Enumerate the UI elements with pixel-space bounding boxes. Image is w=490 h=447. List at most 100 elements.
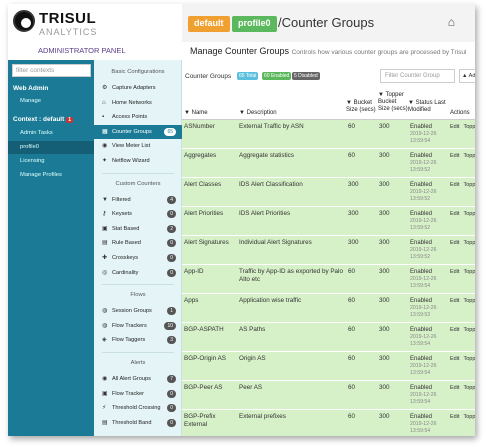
- menu-item-label: Rule Based: [112, 240, 141, 247]
- menu-item-flow-tracker[interactable]: ▣ Flow Tracker 0: [94, 387, 182, 401]
- menu-item-keysets[interactable]: ⚷ Keysets 0: [94, 207, 182, 221]
- section-heading: Manage Counter Groups Controls how vario…: [190, 46, 475, 58]
- status-text: Enabled: [410, 356, 433, 362]
- menu-item-flow-taggers[interactable]: ◈ Flow Taggers 3: [94, 333, 182, 347]
- home-icon: ⌂: [102, 99, 106, 106]
- toppers-link[interactable]: Toppers: [463, 298, 475, 304]
- menu-item-home-networks[interactable]: ⌂ Home Networks: [94, 96, 182, 110]
- table-row[interactable]: App-ID Traffic by App-ID as exported by P…: [182, 265, 475, 294]
- table-row[interactable]: Alert Signatures Individual Alert Signatu…: [182, 236, 475, 265]
- menu-item-all-alert-groups[interactable]: ◉ All Alert Groups 7: [94, 372, 182, 386]
- col-description[interactable]: ▼ Description: [239, 110, 277, 117]
- edit-link[interactable]: Edit: [450, 327, 459, 333]
- edit-link[interactable]: Edit: [450, 269, 459, 275]
- home-icon[interactable]: ⌂: [448, 15, 455, 29]
- edit-link[interactable]: Edit: [450, 182, 459, 188]
- toppers-link[interactable]: Toppers: [463, 269, 475, 275]
- edit-link[interactable]: Edit: [450, 298, 459, 304]
- col-bucket[interactable]: ▼ Bucket Size (secs): [346, 100, 378, 114]
- edit-link[interactable]: Edit: [450, 124, 459, 130]
- col-status[interactable]: ▼ Status Last Modified: [408, 100, 448, 114]
- last-modified-time: 13:59:54: [410, 398, 431, 405]
- toppers-link[interactable]: Toppers: [463, 240, 475, 246]
- last-modified-time: 13:59:52: [410, 195, 431, 202]
- col-name[interactable]: ▼ Name: [184, 110, 208, 117]
- last-modified-time: 13:59:52: [410, 253, 431, 260]
- menu-item-session-groups[interactable]: ◍ Session Groups 1: [94, 304, 182, 318]
- context-tag[interactable]: default: [188, 16, 230, 32]
- toppers-link[interactable]: Toppers: [463, 356, 475, 362]
- table-row[interactable]: BGP-Origin AS Origin AS 60 300 Enabled 2019-1…: [182, 352, 475, 381]
- cell-actions: Edit Toppers: [450, 355, 475, 363]
- enabled-badge: 60 Enabled: [262, 72, 292, 80]
- profile-tag[interactable]: profile0: [232, 16, 277, 32]
- cell-status: Enabled 2019-12-26 13:59:54: [410, 123, 448, 144]
- basic-config-heading: Basic Configurations: [111, 69, 165, 75]
- table-row[interactable]: Aggregates Aggregate statistics 60 300 Enabl…: [182, 149, 475, 178]
- menu-item-label: Flow Trackers: [112, 322, 147, 329]
- menu-item-netflow-wizard[interactable]: ✦ Netflow Wizard: [94, 154, 182, 168]
- table-row[interactable]: BGP-Prefix External External prefixes 60 30…: [182, 410, 475, 436]
- table-row[interactable]: Apps Application wise traffic 60 300 Enabled…: [182, 294, 475, 323]
- menu-item-stat-based[interactable]: ▣ Stat Based 2: [94, 222, 182, 236]
- toppers-link[interactable]: Toppers: [463, 211, 475, 217]
- menu-item-cardinality[interactable]: ◎ Cardinality 0: [94, 266, 182, 280]
- menu-item-access-points[interactable]: ▪ Access Points: [94, 110, 182, 124]
- advanced-button[interactable]: ▲ Advance: [459, 69, 475, 83]
- last-modified-time: 13:59:54: [410, 340, 431, 347]
- table-row[interactable]: ASNumber External Traffic by ASN 60 300 Enab…: [182, 120, 475, 149]
- cell-actions: Edit Toppers: [450, 413, 475, 421]
- cell-bucket: 60: [348, 355, 356, 362]
- filter-contexts-input[interactable]: filter contexts: [12, 64, 91, 77]
- session-icon: ◍: [102, 308, 108, 315]
- toppers-link[interactable]: Toppers: [463, 327, 475, 333]
- toppers-link[interactable]: Toppers: [463, 385, 475, 391]
- menu-item-flow-trackers[interactable]: ◍ Flow Trackers 10: [94, 319, 182, 333]
- status-text: Enabled: [410, 153, 433, 159]
- cell-description: AS Paths: [239, 326, 266, 333]
- menu-item-capture-adapters[interactable]: ⚙ Capture Adapters: [94, 81, 182, 95]
- edit-link[interactable]: Edit: [450, 211, 459, 217]
- table-row[interactable]: Alert Priorities IDS Alert Priorities 300 3…: [182, 207, 475, 236]
- last-modified-time: 13:59:52: [410, 224, 431, 231]
- toppers-link[interactable]: Toppers: [463, 414, 475, 420]
- edit-link[interactable]: Edit: [450, 240, 459, 246]
- menu-item-label: Cardinality: [112, 269, 139, 276]
- toppers-link[interactable]: Toppers: [463, 182, 475, 188]
- col-topper[interactable]: ▼ Topper Bucket Size (secs): [378, 92, 408, 113]
- menu-item-threshold-crossing[interactable]: ⚡ Threshold Crossing 0: [94, 401, 182, 415]
- context-item-manage-profiles[interactable]: Manage Profiles: [8, 169, 94, 182]
- filter-counter-group-input[interactable]: Filter Counter Group: [380, 69, 455, 83]
- menu-item-threshold-band[interactable]: ▤ Threshold Band 0: [94, 416, 182, 430]
- manage-link[interactable]: Manage: [8, 95, 94, 108]
- cell-description: Peer AS: [239, 384, 263, 391]
- edit-link[interactable]: Edit: [450, 414, 459, 420]
- cell-actions: Edit Toppers: [450, 297, 475, 305]
- edit-link[interactable]: Edit: [450, 153, 459, 159]
- cell-name: BGP-ASPATH: [184, 326, 224, 333]
- menu-item-counter-groups[interactable]: ▦ Counter Groups 65: [94, 124, 182, 139]
- menu-item-rule-based[interactable]: ▤ Rule Based 0: [94, 236, 182, 250]
- cell-description: External prefixes: [239, 413, 286, 420]
- table-row[interactable]: Alert Classes IDS Alert Classification 300…: [182, 178, 475, 207]
- menu-item-filtered[interactable]: ▼ Filtered 4: [94, 193, 182, 207]
- table-row[interactable]: BGP-ASPATH AS Paths 60 300 Enabled 2019-12-26…: [182, 323, 475, 352]
- context-item-profile0[interactable]: profile0: [8, 141, 94, 154]
- cell-name: Alert Priorities: [184, 210, 224, 217]
- menu-item-crosskeys[interactable]: ✚ Crosskeys 0: [94, 251, 182, 265]
- edit-link[interactable]: Edit: [450, 356, 459, 362]
- menu-item-view-meter-list[interactable]: ◉ View Meter List: [94, 139, 182, 153]
- counter-groups-icon: ▦: [102, 128, 108, 135]
- toppers-link[interactable]: Toppers: [463, 124, 475, 130]
- table-row[interactable]: BGP-Peer AS Peer AS 60 300 Enabled 2019-12-26…: [182, 381, 475, 410]
- status-text: Enabled: [410, 327, 433, 333]
- context-item-admin-tasks[interactable]: Admin Tasks: [8, 127, 94, 140]
- edit-link[interactable]: Edit: [450, 385, 459, 391]
- menu-item-label: Threshold Band: [112, 419, 152, 426]
- tagger-icon: ◈: [102, 337, 107, 344]
- flow-tracker-icon: ▣: [102, 390, 108, 397]
- toppers-link[interactable]: Toppers: [463, 153, 475, 159]
- context-item-licensing[interactable]: Licensing: [8, 155, 94, 168]
- cell-status: Enabled 2019-12-26 13:59:54: [410, 384, 448, 405]
- menu-item-label: Session Groups: [112, 308, 152, 315]
